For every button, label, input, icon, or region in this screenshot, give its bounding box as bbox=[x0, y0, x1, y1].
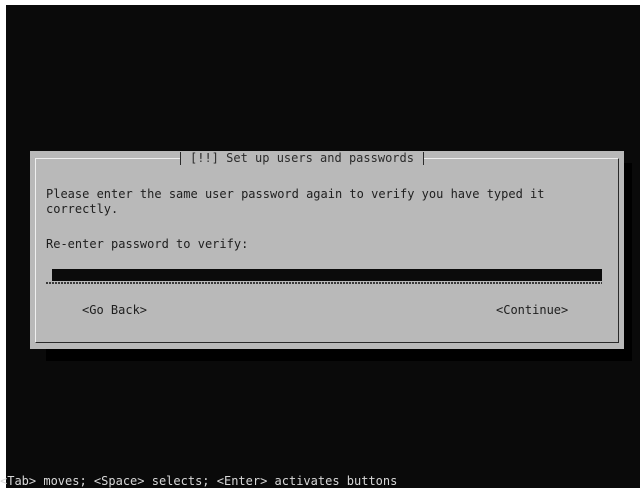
continue-button[interactable]: <Continue> bbox=[496, 303, 568, 317]
title-right-bar bbox=[422, 152, 424, 165]
keyboard-help-line: <Tab> moves; <Space> selects; <Enter> ac… bbox=[0, 474, 398, 488]
input-underline bbox=[46, 282, 602, 284]
go-back-button[interactable]: <Go Back> bbox=[82, 303, 147, 317]
title-left-bar bbox=[180, 152, 181, 165]
users-passwords-dialog: [!!] Set up users and passwords Please e… bbox=[30, 151, 624, 349]
password-verify-input[interactable] bbox=[52, 269, 602, 281]
password-prompt: Re-enter password to verify: bbox=[46, 237, 249, 251]
dialog-title: [!!] Set up users and passwords bbox=[180, 151, 424, 165]
dialog-message: Please enter the same user password agai… bbox=[46, 187, 545, 216]
dialog-title-text: [!!] Set up users and passwords bbox=[190, 151, 414, 165]
installer-screen: [!!] Set up users and passwords Please e… bbox=[6, 5, 640, 488]
